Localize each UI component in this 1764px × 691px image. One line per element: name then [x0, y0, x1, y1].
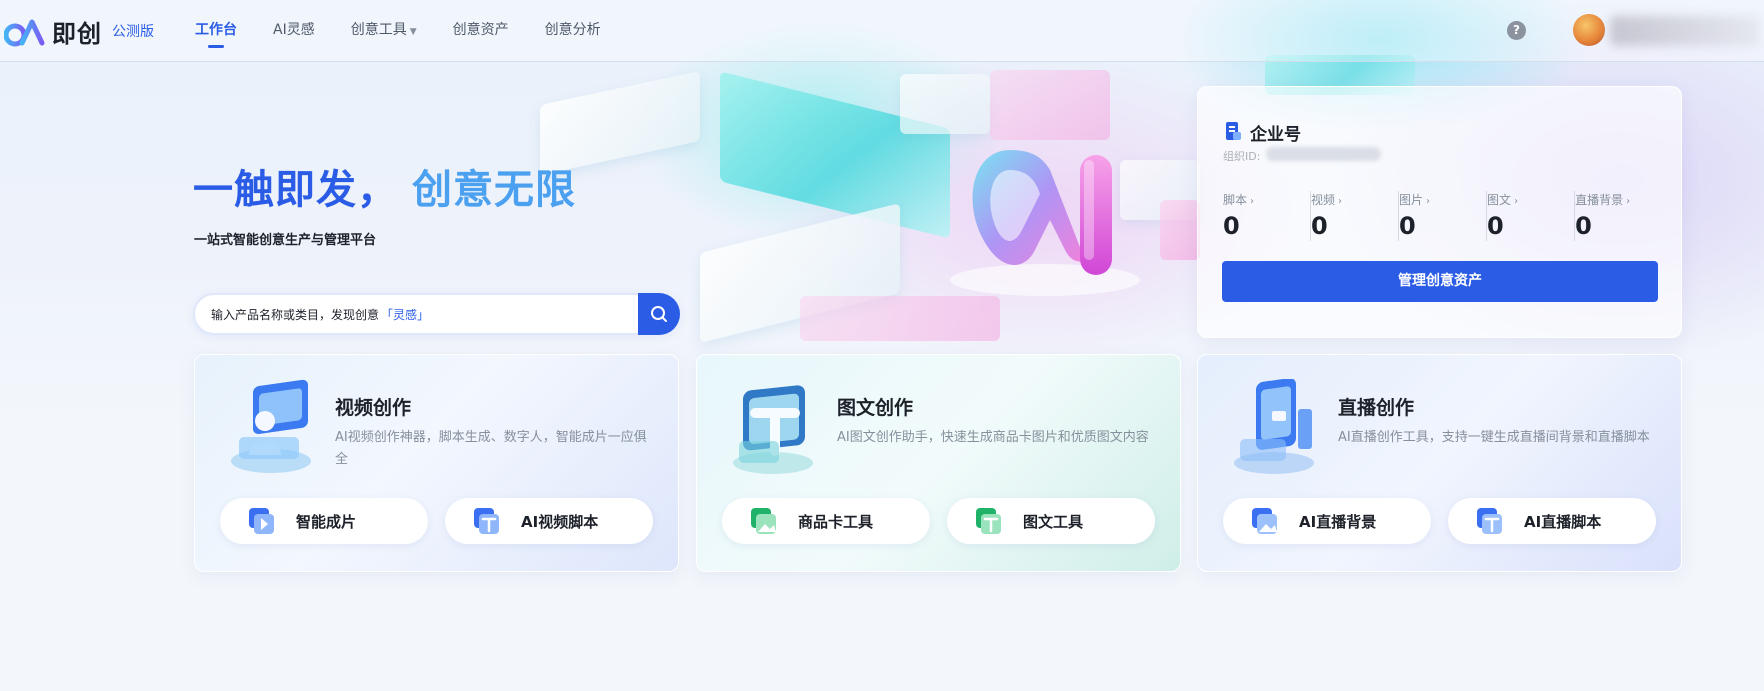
stat-scripts[interactable]: 脚本 › 0: [1223, 191, 1312, 241]
nav-item-creative-assets[interactable]: 创意资产: [453, 0, 509, 62]
hero-decoration: [800, 296, 1000, 341]
search-placeholder-highlight: 「灵感」: [381, 308, 430, 322]
pill-label: 商品卡工具: [798, 512, 874, 531]
top-navigation-bar: 即创 公测版 工作台 AI灵感 创意工具 ▼ 创意资产 创意分析 ?: [0, 0, 1764, 62]
chevron-right-icon: ›: [1250, 196, 1255, 207]
nav-item-creative-analysis[interactable]: 创意分析: [545, 0, 601, 62]
hero-decoration: [900, 74, 990, 134]
feature-title: 直播创作: [1338, 397, 1415, 419]
chevron-right-icon: ›: [1514, 196, 1519, 207]
beta-badge: 公测版: [112, 24, 154, 40]
stat-label: 图片: [1399, 193, 1424, 207]
brand[interactable]: 即创: [4, 14, 102, 49]
feature-title: 视频创作: [335, 397, 412, 419]
stat-videos[interactable]: 视频 › 0: [1311, 191, 1400, 241]
chevron-down-icon: ▼: [409, 27, 417, 37]
ai-live-background-button[interactable]: AI直播背景: [1223, 498, 1431, 544]
manage-assets-button[interactable]: 管理创意资产: [1222, 261, 1658, 302]
main-nav: 工作台 AI灵感 创意工具 ▼ 创意资产 创意分析: [195, 0, 637, 62]
feature-description: AI视频创作神器，脚本生成、数字人，智能成片一应俱全: [335, 430, 647, 467]
stat-live-backgrounds[interactable]: 直播背景 › 0: [1575, 191, 1663, 241]
search-icon: [651, 306, 667, 322]
enterprise-account-card: 企业号 组织ID: 脚本 › 0 视频 › 0 图片 › 0 图文 › 0 直播背景 › …: [1197, 86, 1682, 338]
pill-label: AI视频脚本: [521, 512, 599, 531]
search-placeholder: 输入产品名称或类目，发现创意 「灵感」: [211, 306, 429, 323]
enterprise-title: 企业号: [1250, 125, 1301, 145]
nav-item-ai-inspiration[interactable]: AI灵感: [273, 0, 315, 62]
pill-label: AI直播背景: [1299, 512, 1377, 531]
nav-item-label: 创意工具: [350, 22, 407, 38]
live-script-icon: [1477, 508, 1502, 534]
org-id-value-redacted: [1266, 147, 1381, 161]
text-script-icon: [474, 508, 499, 534]
feature-card-video[interactable]: 视频创作 AI视频创作神器，脚本生成、数字人，智能成片一应俱全 智能成片 AI视…: [194, 354, 679, 572]
ai-live-script-button[interactable]: AI直播脚本: [1448, 498, 1656, 544]
feature-description: AI图文创作助手，快速生成商品卡图片和优质图文内容: [837, 430, 1149, 445]
feature-title: 图文创作: [837, 397, 914, 419]
avatar[interactable]: [1573, 14, 1605, 46]
image-text-tool-button[interactable]: 图文工具: [947, 498, 1155, 544]
pill-label: 智能成片: [296, 512, 357, 531]
brand-name: 即创: [52, 20, 102, 48]
stat-value: 0: [1575, 212, 1592, 240]
product-card-tool-button[interactable]: 商品卡工具: [722, 498, 930, 544]
image-text-icon: [976, 508, 1001, 534]
help-icon[interactable]: ?: [1507, 21, 1526, 40]
nav-item-workbench[interactable]: 工作台: [195, 0, 237, 62]
feature-description: AI直播创作工具，支持一键生成直播间背景和直播脚本: [1338, 430, 1650, 445]
hero-title-part1: 一触即发，: [193, 167, 398, 213]
stat-value: 0: [1399, 212, 1416, 240]
ai-3d-logo-illustration: [950, 150, 1140, 296]
pill-label: 图文工具: [1023, 512, 1084, 531]
live-background-icon: [1252, 508, 1277, 534]
search-button[interactable]: [638, 293, 680, 335]
stat-value: 0: [1223, 212, 1240, 240]
search-placeholder-prefix: 输入产品名称或类目，发现创意: [211, 308, 380, 322]
feature-card-image-text[interactable]: 图文创作 AI图文创作助手，快速生成商品卡图片和优质图文内容 商品卡工具 图文工…: [696, 354, 1181, 572]
ai-video-script-button[interactable]: AI视频脚本: [445, 498, 653, 544]
org-id-label: 组织ID:: [1223, 150, 1261, 163]
video-play-icon: [249, 508, 274, 534]
image-card-icon: [751, 508, 776, 534]
stat-label: 视频: [1311, 193, 1336, 207]
inspiration-search-input[interactable]: 输入产品名称或类目，发现创意 「灵感」: [193, 293, 680, 335]
stat-value: 0: [1487, 212, 1504, 240]
nav-item-creative-tools[interactable]: 创意工具 ▼: [351, 0, 417, 62]
stat-label: 图文: [1487, 193, 1512, 207]
pill-label: AI直播脚本: [1524, 512, 1602, 531]
stat-label: 脚本: [1223, 193, 1248, 207]
stat-label: 直播背景: [1575, 193, 1624, 207]
image-text-creation-illustration-icon: [733, 385, 813, 474]
stat-value: 0: [1311, 212, 1328, 240]
hero-decoration: [1160, 200, 1200, 260]
chevron-right-icon: ›: [1626, 196, 1631, 207]
hero-title: 一触即发， 创意无限: [193, 157, 576, 215]
asset-stats: 脚本 › 0 视频 › 0 图片 › 0 图文 › 0 直播背景 › 0: [1223, 191, 1663, 241]
video-creation-illustration-icon: [231, 379, 311, 473]
enterprise-icon: [1226, 122, 1241, 140]
feature-card-live[interactable]: 直播创作 AI直播创作工具，支持一键生成直播间背景和直播脚本 AI直播背景 AI…: [1197, 354, 1682, 572]
stat-image-text[interactable]: 图文 › 0: [1487, 191, 1576, 241]
chevron-right-icon: ›: [1426, 196, 1431, 207]
live-creation-illustration-icon: [1234, 379, 1314, 474]
hero-subtitle: 一站式智能创意生产与管理平台: [194, 233, 377, 248]
brand-logo-icon: [4, 19, 45, 46]
user-name-redacted[interactable]: [1610, 16, 1760, 46]
chevron-right-icon: ›: [1338, 196, 1343, 207]
smart-video-button[interactable]: 智能成片: [220, 498, 428, 544]
hero-title-part2: 创意无限: [412, 167, 576, 213]
stat-images[interactable]: 图片 › 0: [1399, 191, 1488, 241]
